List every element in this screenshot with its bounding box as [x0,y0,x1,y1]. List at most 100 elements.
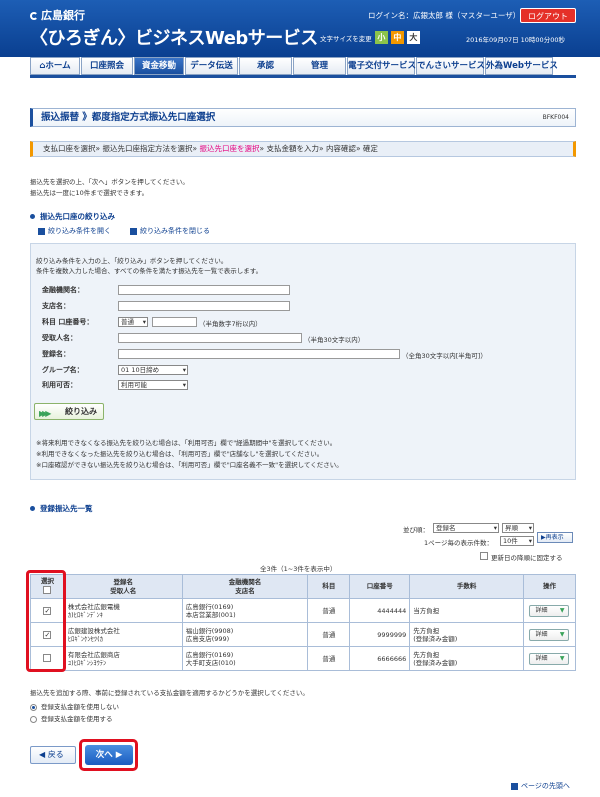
bank-mark-icon [30,12,38,20]
nav-densai[interactable]: でんさいサービス [416,57,485,75]
branch-input[interactable] [118,301,290,311]
sort-select[interactable]: 登録名 ▾ [433,523,499,533]
payee-label: 受取人名： [42,334,77,342]
nav-account-inquiry[interactable]: 口座照会 [81,57,133,75]
nav-approval[interactable]: 承認 [239,57,292,75]
radio-icon [30,715,37,723]
step-1: 支払口座を選択 [43,144,96,153]
checkbox-icon [480,552,488,560]
progress-steps: 支払口座を選択» 振込先口座指定方法を選択» 振込先口座を選択» 支払金額を入力… [30,141,576,157]
page-top-link[interactable]: ページの先頭へ [511,781,570,791]
availability-label: 利用可否： [42,381,77,389]
main-nav: ⌂ホーム 口座照会 資金移動 データ伝送 承認 管理 電子交付サービス でんさい… [30,57,558,75]
chevron-down-icon: ▾ [528,537,532,545]
radio-use-registered-amount[interactable]: 登録支払金額を使用する [30,713,113,723]
font-size-control: 文字サイズを変更 小 中 大 [320,31,420,44]
font-small-button[interactable]: 小 [374,31,388,44]
rerender-button[interactable]: ▶再表示 [537,532,573,543]
chevron-left-icon: ◀ [39,750,48,759]
filter-close-link[interactable]: 絞り込み条件を閉じる [130,226,210,236]
back-button[interactable]: ◀ 戻る [30,746,76,764]
bank-name-input[interactable] [118,285,290,295]
nav-e-delivery[interactable]: 電子交付サービス [347,57,416,75]
nav-home[interactable]: ⌂ホーム [30,57,80,75]
step-5: 内容確認 [325,144,356,153]
filter-open-link[interactable]: 絞り込み条件を開く [38,226,111,236]
up-arrow-icon [511,782,518,790]
font-size-label: 文字サイズを変更 [320,34,372,43]
filter-desc-2: 条件を複数入力した場合、すべての条件を満たす振込先を一覧で表示します。 [36,267,263,275]
table-row: 有限会社広銀商店 ﾕ)ﾋﾛｷﾞﾝｼﾖｳﾃﾝ 広島銀行(0169) 大手町支店(010… [30,646,577,671]
chevron-down-icon: ▾ [182,366,186,374]
nav-management[interactable]: 管理 [293,57,346,75]
sort-label: 並び順： [403,526,429,534]
per-page-label: 1ページ毎の表示件数： [424,539,494,547]
intro-line-2: 振込先は一度に10件まで選択できます。 [30,189,149,197]
account-type-select[interactable]: 普通 ▾ [118,317,148,327]
account-hint: （半角数字7桁以内） [199,320,262,328]
logout-button[interactable]: ログアウト [520,8,576,23]
col-type: 科目 [307,574,351,599]
nav-divider [30,75,576,78]
filter-note-1: ※将来利用できなくなる振込先を絞り込む場合は、「利用可否」欄で"経過期間中"を選… [36,439,337,447]
group-label: グループ名： [42,366,84,374]
filter-heading: 振込先口座の絞り込み [30,211,115,222]
bullet-icon [30,506,35,511]
step-6: 確定 [362,144,378,153]
radio-selected-icon [30,703,37,711]
font-large-button[interactable]: 大 [406,31,420,44]
chevron-down-icon: ▾ [528,524,532,532]
minus-icon [130,227,137,235]
radio-no-registered-amount[interactable]: 登録支払金額を使用しない [30,701,119,711]
font-medium-button[interactable]: 中 [390,31,404,44]
branch-label: 支店名： [42,302,70,310]
select-column-highlight [26,570,66,672]
col-acct: 口座番号 [349,574,411,599]
nav-forex[interactable]: 外為Webサービス [485,57,558,75]
availability-select[interactable]: 利用可能 ▾ [118,380,188,390]
reg-name-input[interactable] [118,349,400,359]
account-label: 科目 口座番号： [42,318,94,326]
detail-button[interactable]: 詳細 ▼ [529,604,570,617]
reg-name-hint: （全角30文字以内[半角可]） [402,352,487,360]
filter-note-3: ※口座確認ができない振込先を絞り込む場合は、「利用可否」欄で"口座名義不一致"を… [36,461,343,469]
table-row: ✓ 株式会社広銀電機 ｶ)ﾋﾛｷﾞﾝﾃﾞﾝｷ 広島銀行(0169) 本店営業部(00… [30,598,577,623]
next-button-highlight [79,739,138,771]
chevron-down-icon: ▼ [559,606,565,614]
payee-hint: （半角30文字以内） [304,336,365,344]
per-page-select[interactable]: 10件 ▾ [500,536,534,546]
fix-order-checkbox[interactable]: 更新日の降順に固定する [480,552,563,562]
screen-id: BFKF004 [542,114,569,121]
list-heading: 登録振込先一覧 [30,503,93,514]
detail-button[interactable]: 詳細 ▼ [529,652,570,665]
nav-fund-transfer[interactable]: 資金移動 [134,57,184,75]
detail-button[interactable]: 詳細 ▼ [529,628,570,641]
chevron-down-icon: ▾ [182,381,186,389]
filter-desc-1: 絞り込み条件を入力の上、「絞り込み」ボタンを押してください。 [36,257,228,265]
reg-name-label: 登録名： [42,350,70,358]
page-title: 振込振替 》都度指定方式振込先口座選択 BFKF004 [30,108,576,127]
bank-name-label: 金融機関名： [42,286,84,294]
nav-data-transmission[interactable]: データ伝送 [185,57,238,75]
chevron-down-icon: ▼ [559,630,565,638]
order-select[interactable]: 昇順 ▾ [502,523,534,533]
service-name: 〈ひろぎん〉ビジネスWebサービス [30,28,318,49]
payee-table: 選択 登録名 受取人名 金融機関名 支店名 科目 口座番号 手数料 操作 ✓ 株式会… [30,574,577,671]
filter-note-2: ※利用できなくなった振込先を絞り込む場合は、「利用可否」欄で"店舗なし"を選択し… [36,450,324,458]
col-bank: 金融機関名 支店名 [181,574,309,599]
header: 広島銀行 〈ひろぎん〉ビジネスWebサービス ログイン名：広銀太郎 様（マスター… [0,0,600,57]
col-fee: 手数料 [409,574,524,599]
account-number-input[interactable] [152,317,197,327]
col-reg-name: 登録名 受取人名 [63,574,183,599]
triple-arrow-icon: ▶▶▶ [39,409,52,418]
bank-logo: 広島銀行 [30,7,85,23]
chevron-down-icon: ▾ [142,318,146,326]
chevron-down-icon: ▼ [559,654,565,662]
payee-input[interactable] [118,333,302,343]
group-select[interactable]: 01 10日締め ▾ [118,365,188,375]
result-count: 全3件（1~3件を表示中） [260,565,337,573]
step-2: 振込先口座指定方法を選択 [102,144,193,153]
bullet-icon [30,214,35,219]
plus-icon [38,227,45,235]
filter-button[interactable]: ▶▶▶ 絞り込み [34,403,104,420]
